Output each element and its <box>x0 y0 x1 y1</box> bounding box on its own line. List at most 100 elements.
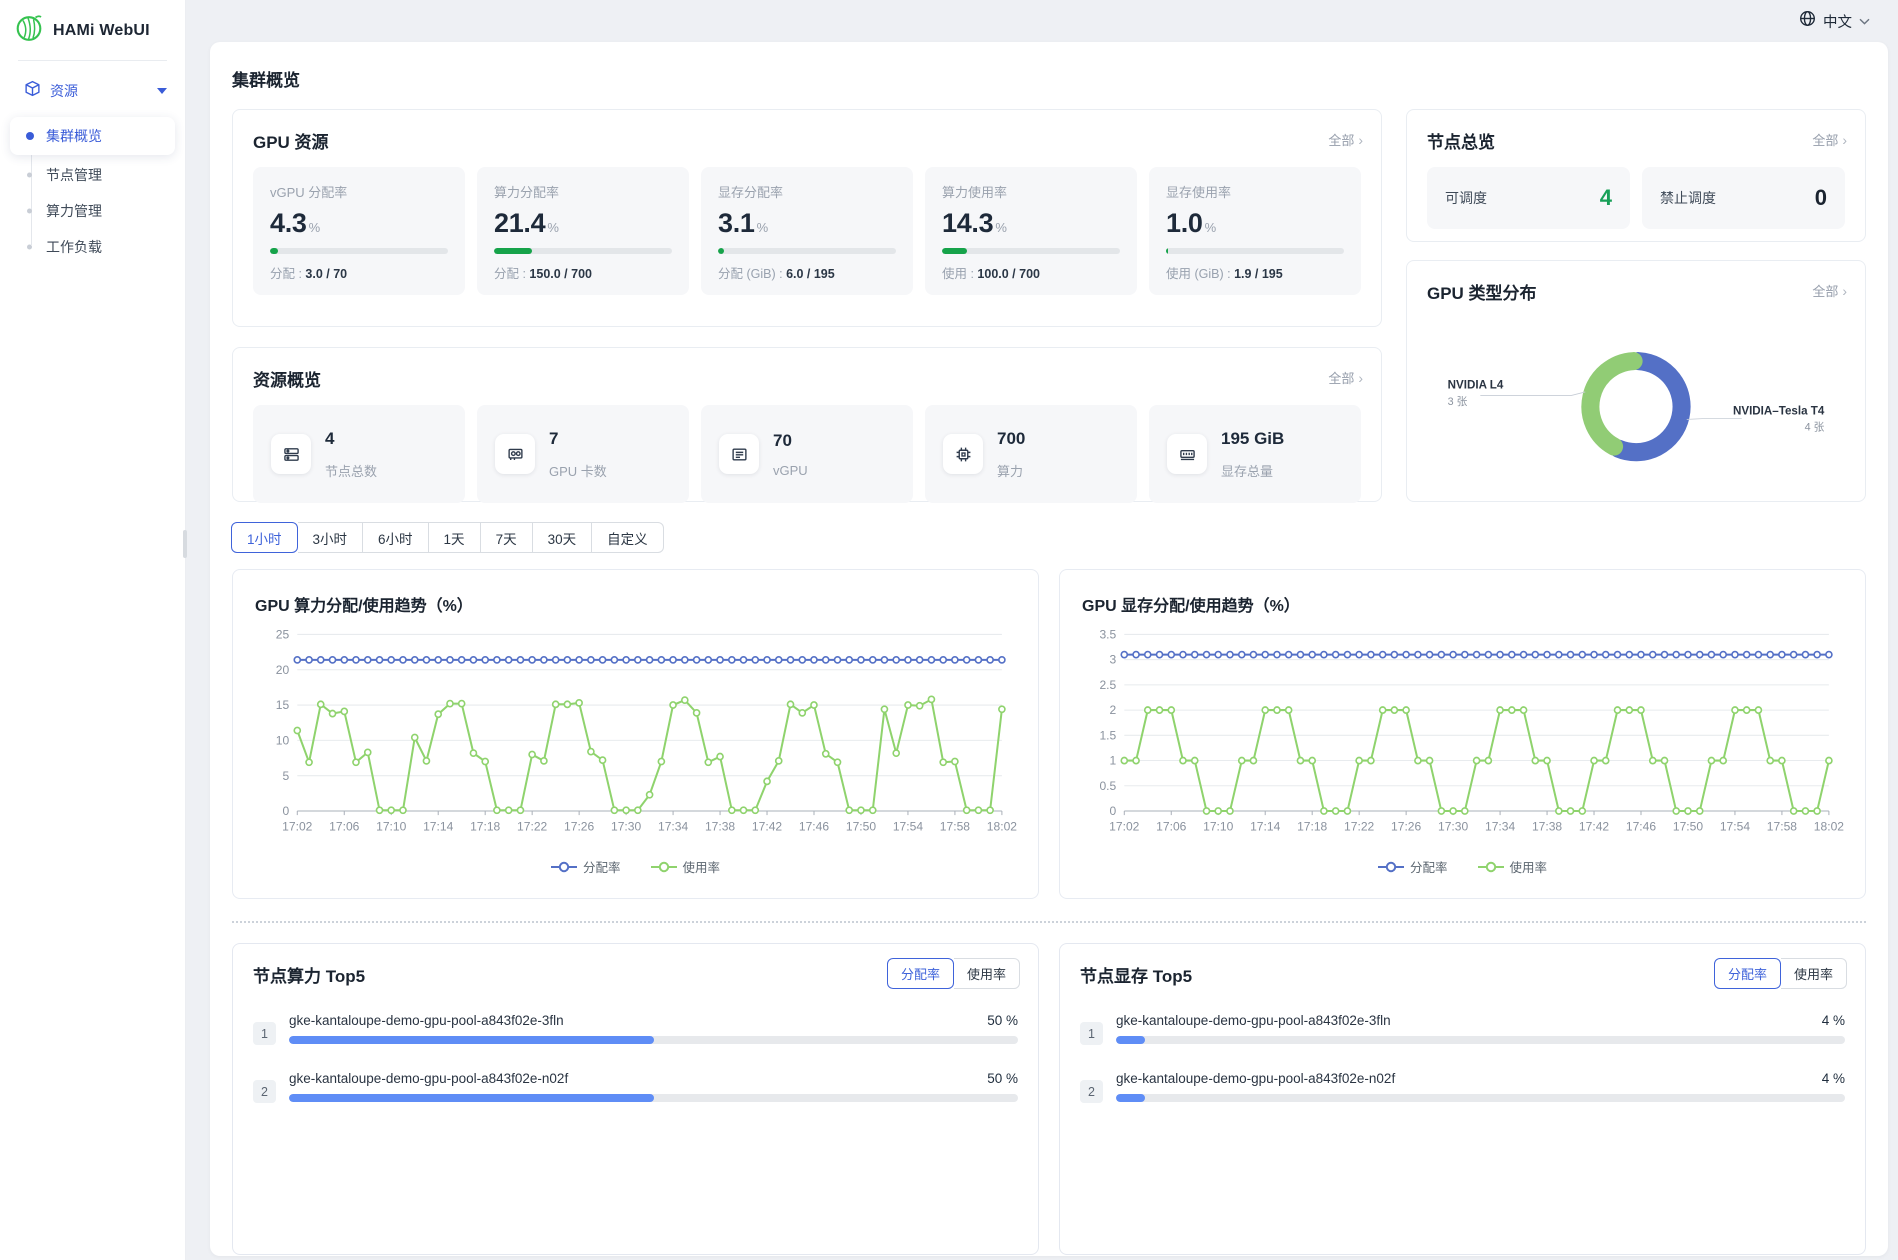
svg-text:17:02: 17:02 <box>1109 819 1139 833</box>
sidebar-item-item[interactable]: 算力管理 <box>10 194 175 227</box>
language-selector[interactable]: 中文 <box>1799 10 1870 32</box>
top5-toggle-selected[interactable]: 分配率 <box>1714 958 1781 989</box>
donut-slice[interactable] <box>1618 361 1681 452</box>
sidebar-item-label: 集群概览 <box>46 126 102 146</box>
resource-overview-card: 资源概览 全部› 4节点总数7GPU 卡数70vGPU700算力195 GiB显… <box>232 347 1382 502</box>
svg-text:17:42: 17:42 <box>752 819 782 833</box>
metric-label: vGPU 分配率 <box>270 182 448 201</box>
gpu-type-distribution-card: GPU 类型分布 全部› NVIDIA L43 张NVIDIA–Tesla T4… <box>1406 260 1866 502</box>
stat-value: 4 <box>325 429 377 449</box>
donut-leader-line <box>1480 392 1585 395</box>
cube-icon <box>24 80 41 102</box>
sidebar-item-item[interactable]: 节点管理 <box>10 158 175 191</box>
donut-label-name: NVIDIA L4 <box>1448 379 1504 392</box>
top5-row: 节点算力 Top5分配率使用率1gke-kantaloupe-demo-gpu-… <box>232 943 1866 1255</box>
donut-label-count: 3 张 <box>1448 396 1468 408</box>
top5-toggle-selected[interactable]: 分配率 <box>887 958 954 989</box>
svg-text:17:10: 17:10 <box>376 819 406 833</box>
metric-detail: 分配 : 150.0 / 700 <box>494 263 672 282</box>
svg-text:17:22: 17:22 <box>1344 819 1374 833</box>
vgpu-icon <box>719 434 759 474</box>
legend-item[interactable]: 分配率 <box>551 857 621 876</box>
top5-toggle-option[interactable]: 使用率 <box>954 958 1020 989</box>
metric-unit: % <box>547 220 558 235</box>
stat-label: GPU 卡数 <box>549 461 607 480</box>
chart-legend: 分配率 使用率 <box>1080 857 1845 876</box>
sidebar-item-active[interactable]: 集群概览 <box>10 117 175 155</box>
chevron-right-icon: › <box>1842 132 1847 148</box>
donut-label-count: 4 张 <box>1805 422 1825 434</box>
legend-marker-icon <box>1378 861 1404 873</box>
gpu-type-all-link[interactable]: 全部› <box>1812 281 1847 300</box>
line-chart: 051015202517:0217:0617:1017:1417:1817:22… <box>253 618 1018 850</box>
legend-item[interactable]: 分配率 <box>1378 857 1448 876</box>
stat-label: 算力 <box>997 461 1025 480</box>
sidebar-group-resources[interactable]: 资源 <box>0 69 185 113</box>
gpu-resources-all-link[interactable]: 全部› <box>1328 130 1363 149</box>
node-percent: 4 % <box>1822 1071 1845 1086</box>
svg-text:1.5: 1.5 <box>1099 728 1116 742</box>
resource-overview-all-link[interactable]: 全部› <box>1328 368 1363 387</box>
legend-label: 使用率 <box>683 857 721 876</box>
stat-value: 70 <box>773 431 808 451</box>
svg-text:25: 25 <box>276 627 290 641</box>
svg-text:17:46: 17:46 <box>799 819 829 833</box>
node-status-value: 0 <box>1815 185 1827 211</box>
node-progress-bar <box>289 1094 1018 1102</box>
svg-text:0: 0 <box>1110 804 1117 818</box>
metric-value: 21.4% <box>494 208 672 239</box>
svg-text:10: 10 <box>276 733 290 747</box>
menu-dot-icon <box>27 208 32 213</box>
node-icon <box>271 434 311 474</box>
metric-unit: % <box>995 220 1006 235</box>
node-overview-all-link[interactable]: 全部› <box>1812 130 1847 149</box>
top5-toggle-option[interactable]: 使用率 <box>1781 958 1847 989</box>
time-range-tab[interactable]: 3小时 <box>298 522 364 553</box>
legend-marker-icon <box>551 861 577 873</box>
time-range-tab[interactable]: 自定义 <box>592 522 664 553</box>
legend-item[interactable]: 使用率 <box>651 857 721 876</box>
top5-list: 1gke-kantaloupe-demo-gpu-pool-a843f02e-3… <box>1080 1013 1845 1103</box>
top5-row-item: 1gke-kantaloupe-demo-gpu-pool-a843f02e-3… <box>1080 1013 1845 1045</box>
sidebar-item-label: 工作负载 <box>46 237 102 257</box>
svg-text:17:58: 17:58 <box>1767 819 1797 833</box>
top5-row-item: 2gke-kantaloupe-demo-gpu-pool-a843f02e-n… <box>253 1071 1018 1103</box>
metric-progress-bar <box>942 248 1120 254</box>
svg-text:17:22: 17:22 <box>517 819 547 833</box>
svg-text:17:54: 17:54 <box>1720 819 1750 833</box>
donut-slice[interactable] <box>1590 361 1633 446</box>
metric-progress-bar <box>494 248 672 254</box>
time-range-tab[interactable]: 30天 <box>533 522 593 553</box>
gpu-metric-tile: 显存使用率1.0%使用 (GiB) : 1.9 / 195 <box>1149 167 1361 295</box>
compute-icon <box>943 434 983 474</box>
time-range-tab[interactable]: 7天 <box>481 522 533 553</box>
app-title: HAMi WebUI <box>53 22 150 40</box>
svg-text:17:34: 17:34 <box>1485 819 1515 833</box>
node-progress-bar <box>289 1036 1018 1044</box>
gpu-metric-tile: 显存分配率3.1%分配 (GiB) : 6.0 / 195 <box>701 167 913 295</box>
top5-toggle-group: 分配率使用率 <box>887 958 1020 989</box>
time-range-tab[interactable]: 6小时 <box>363 522 429 553</box>
rank-badge: 2 <box>1080 1080 1103 1103</box>
resource-stat-tile: 7GPU 卡数 <box>477 405 689 503</box>
metric-progress-bar <box>270 248 448 254</box>
metric-value: 3.1% <box>718 208 896 239</box>
node-status-value: 4 <box>1600 185 1612 211</box>
svg-text:17:46: 17:46 <box>1626 819 1656 833</box>
svg-text:17:58: 17:58 <box>940 819 970 833</box>
node-name: gke-kantaloupe-demo-gpu-pool-a843f02e-3f… <box>1116 1013 1391 1028</box>
sidebar-item-item[interactable]: 工作负载 <box>10 230 175 263</box>
svg-text:3: 3 <box>1110 653 1117 667</box>
sidebar-collapse-handle[interactable] <box>183 530 187 558</box>
metric-progress-bar <box>718 248 896 254</box>
svg-text:0.5: 0.5 <box>1099 779 1116 793</box>
time-range-tab[interactable]: 1天 <box>429 522 481 553</box>
svg-text:3.5: 3.5 <box>1099 627 1116 641</box>
sidebar-item-label: 节点管理 <box>46 165 102 185</box>
node-status-label: 可调度 <box>1445 188 1487 208</box>
svg-text:18:02: 18:02 <box>987 819 1017 833</box>
legend-item[interactable]: 使用率 <box>1478 857 1548 876</box>
node-overview-title: 节点总览 <box>1427 128 1845 153</box>
time-range-tab[interactable]: 1小时 <box>231 522 298 553</box>
time-range-tabs: 1小时3小时6小时1天7天30天自定义 <box>232 522 664 553</box>
